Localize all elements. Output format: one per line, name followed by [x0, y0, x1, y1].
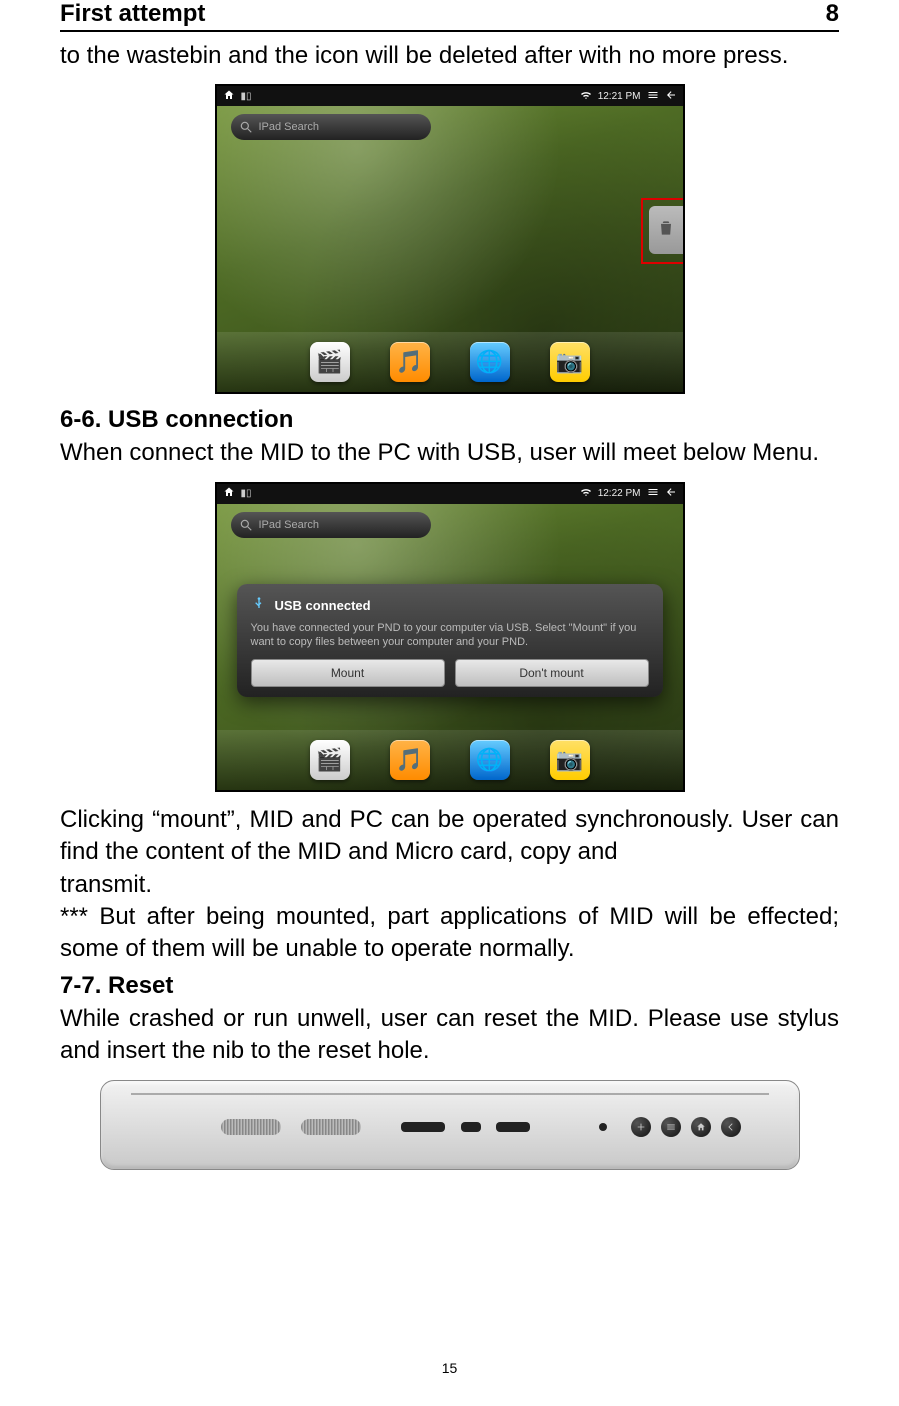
section-6-6-heading: 6-6. USB connection: [60, 406, 839, 434]
highlight-box: [641, 198, 685, 264]
search-placeholder: IPad Search: [259, 519, 320, 531]
section-7-7-para: While crashed or run unwell, user can re…: [60, 1003, 839, 1068]
search-icon: [239, 120, 253, 134]
tablet-screenshot-1: ▮▯ 12:21 PM IPad Search: [215, 84, 685, 394]
after-fig2-para1b: transmit.: [60, 869, 839, 901]
usb-icon: [251, 596, 267, 615]
figure-usb-dialog: ▮▯ 12:22 PM IPad Search: [60, 482, 839, 792]
signal-text: ▮▯: [241, 91, 252, 102]
reset-hole: [599, 1123, 607, 1131]
port-slot-2: [461, 1122, 481, 1132]
dock-browser-icon[interactable]: [470, 740, 510, 780]
dock: [217, 730, 683, 790]
mount-button[interactable]: Mount: [251, 659, 445, 687]
section-6-6-para: When connect the MID to the PC with USB,…: [60, 437, 839, 469]
back-arrow-icon[interactable]: [665, 89, 677, 104]
header-page-label: 8: [826, 0, 839, 28]
figure-device-side: [60, 1080, 839, 1170]
header-title: First attempt: [60, 0, 205, 28]
side-button-4[interactable]: [721, 1117, 741, 1137]
home-icon[interactable]: [223, 89, 235, 104]
tablet-screenshot-2: ▮▯ 12:22 PM IPad Search: [215, 482, 685, 792]
dock-browser-icon[interactable]: [470, 342, 510, 382]
dock-camera-icon[interactable]: [550, 740, 590, 780]
section-7-7-heading: 7-7. Reset: [60, 972, 839, 1000]
status-time: 12:21 PM: [598, 91, 641, 102]
device-seam: [131, 1093, 769, 1095]
dock-music-icon[interactable]: [390, 740, 430, 780]
footer-page-number: 15: [0, 1360, 899, 1376]
port-slot-1: [401, 1122, 445, 1132]
signal-text: ▮▯: [241, 488, 252, 499]
usb-dialog-message: You have connected your PND to your comp…: [251, 621, 649, 650]
device-side-view: [100, 1080, 800, 1170]
search-placeholder: IPad Search: [259, 121, 320, 133]
side-button-1[interactable]: [631, 1117, 651, 1137]
speaker-grille-2: [301, 1119, 361, 1135]
status-time: 12:22 PM: [598, 488, 641, 499]
figure-home-trash: ▮▯ 12:21 PM IPad Search: [60, 84, 839, 394]
dont-mount-button[interactable]: Don't mount: [455, 659, 649, 687]
usb-dialog-title: USB connected: [275, 598, 371, 613]
side-button-2[interactable]: [661, 1117, 681, 1137]
wifi-icon: [580, 89, 592, 104]
dock-camera-icon[interactable]: [550, 342, 590, 382]
intro-paragraph: to the wastebin and the icon will be del…: [60, 40, 839, 72]
port-slot-3: [496, 1122, 530, 1132]
menu-icon[interactable]: [647, 89, 659, 104]
search-bar[interactable]: IPad Search: [231, 114, 431, 140]
page-header: First attempt 8: [60, 0, 839, 32]
back-arrow-icon[interactable]: [665, 486, 677, 501]
speaker-grille-1: [221, 1119, 281, 1135]
dock: [217, 332, 683, 392]
after-fig2-para1: Clicking “mount”, MID and PC can be oper…: [60, 804, 839, 869]
dock-music-icon[interactable]: [390, 342, 430, 382]
dock-video-icon[interactable]: [310, 342, 350, 382]
after-fig2-para2: *** But after being mounted, part applic…: [60, 901, 839, 966]
wifi-icon: [580, 486, 592, 501]
menu-icon[interactable]: [647, 486, 659, 501]
status-bar: ▮▯ 12:21 PM: [217, 86, 683, 106]
search-icon: [239, 518, 253, 532]
status-bar: ▮▯ 12:22 PM: [217, 484, 683, 504]
home-icon[interactable]: [223, 486, 235, 501]
usb-dialog: USB connected You have connected your PN…: [237, 584, 663, 698]
dock-video-icon[interactable]: [310, 740, 350, 780]
search-bar[interactable]: IPad Search: [231, 512, 431, 538]
side-button-3[interactable]: [691, 1117, 711, 1137]
